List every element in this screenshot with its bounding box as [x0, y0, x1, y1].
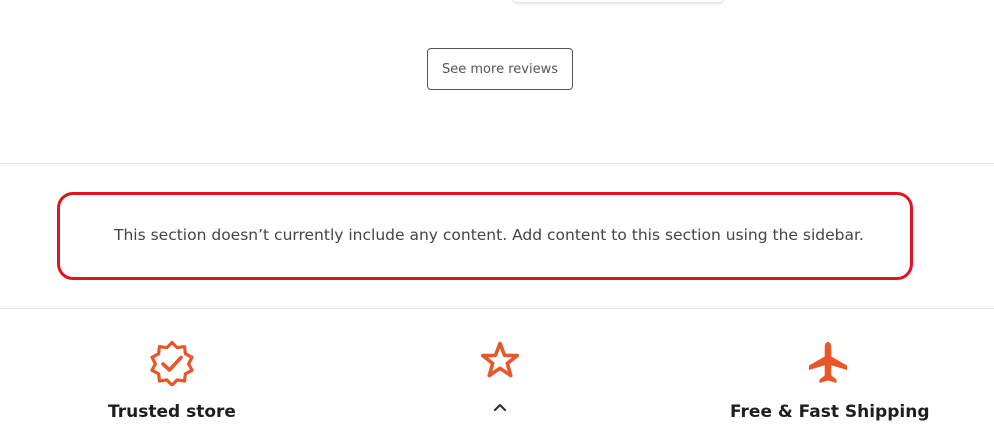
feature-shipping: Free & Fast Shipping [730, 340, 930, 422]
feature-rating [470, 340, 530, 382]
star-icon [480, 341, 520, 378]
page: See more reviews This section doesn’t cu… [0, 0, 994, 427]
feature-trusted-store: Trusted store [100, 340, 244, 422]
see-more-reviews-button[interactable]: See more reviews [427, 48, 573, 90]
section-divider [0, 163, 994, 164]
section-divider [0, 308, 994, 309]
airplane-icon [809, 342, 847, 383]
review-card-edge [513, 0, 723, 2]
empty-section-message: This section doesn’t currently include a… [114, 226, 864, 244]
verified-badge-icon [150, 340, 194, 386]
chevron-up-icon[interactable] [490, 399, 510, 415]
feature-label: Free & Fast Shipping [730, 402, 930, 422]
feature-label: Trusted store [108, 402, 236, 422]
